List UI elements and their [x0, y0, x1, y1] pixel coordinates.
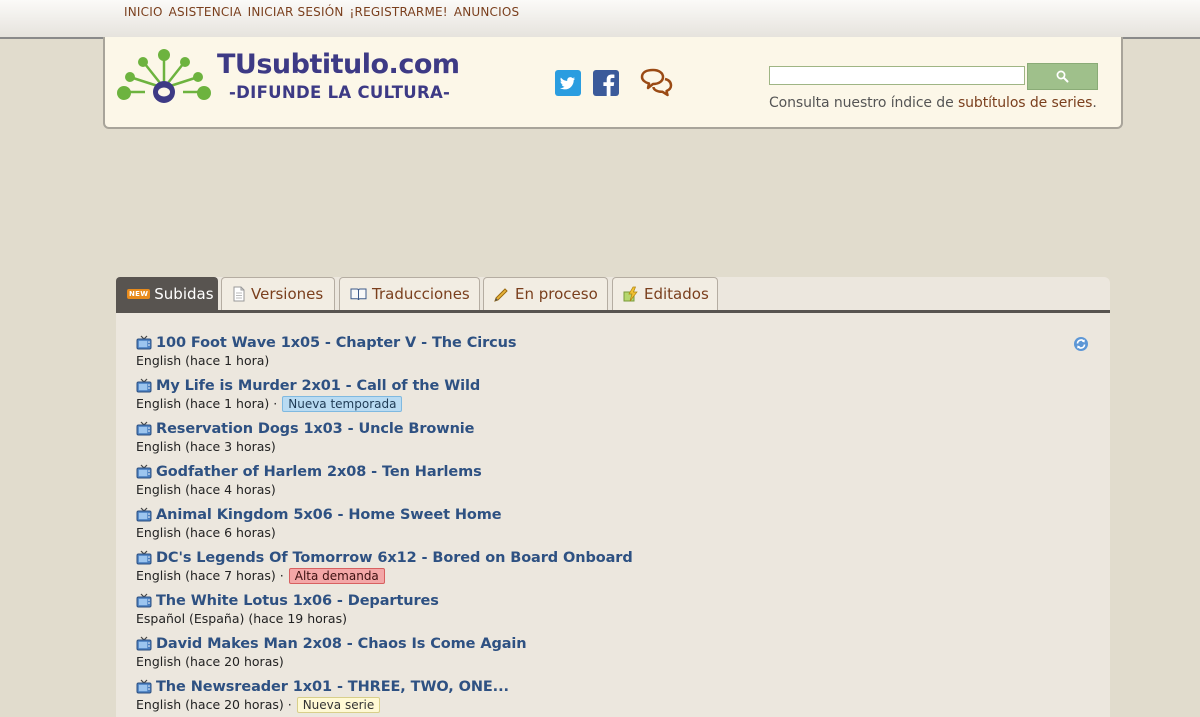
nav-asistencia[interactable]: ASISTENCIA — [169, 5, 242, 19]
tab-traducciones-label: Traducciones — [372, 285, 470, 303]
tv-icon — [136, 335, 152, 350]
tab-subidas[interactable]: NEW Subidas — [116, 277, 218, 310]
series-index-text: Consulta nuestro índice de subtítulos de… — [769, 95, 1097, 111]
consulta-prefix: Consulta nuestro índice de — [769, 95, 958, 111]
tv-icon — [136, 550, 152, 565]
lightning-icon — [623, 286, 639, 302]
subtitle-meta-text: English (hace 7 horas) · — [136, 568, 284, 583]
series-index-link[interactable]: subtítulos de series — [958, 95, 1093, 111]
tab-en-proceso-label: En proceso — [515, 285, 598, 303]
list-item: DC's Legends Of Tomorrow 6x12 - Bored on… — [136, 548, 633, 591]
book-icon — [350, 287, 367, 301]
list-item: Reservation Dogs 1x03 - Uncle Brownie En… — [136, 419, 633, 462]
subtitle-meta-text: English (hace 1 hora) · — [136, 396, 278, 411]
nav-anuncios[interactable]: ANUNCIOS — [454, 5, 520, 19]
subtitle-meta-text: English (hace 3 horas) — [136, 439, 276, 454]
tab-en-proceso[interactable]: En proceso — [483, 277, 608, 310]
uploads-panel: NEW Subidas Versiones Traducciones En pr… — [116, 277, 1110, 717]
tab-versiones-label: Versiones — [251, 285, 324, 303]
subtitle-meta: English (hace 6 horas) — [136, 524, 633, 541]
list-item: 100 Foot Wave 1x05 - Chapter V - The Cir… — [136, 333, 633, 376]
subtitle-meta: English (hace 3 horas) — [136, 438, 633, 455]
search-input[interactable] — [769, 66, 1025, 85]
subtitle-title-link[interactable]: My Life is Murder 2x01 - Call of the Wil… — [156, 378, 480, 394]
nav-registrarme[interactable]: ¡REGISTRARME! — [350, 5, 448, 19]
tv-icon — [136, 378, 152, 393]
new-icon: NEW — [127, 289, 151, 299]
list-item: The Newsreader 1x01 - THREE, TWO, ONE...… — [136, 677, 633, 717]
tv-icon — [136, 421, 152, 436]
subtitle-meta-text: English (hace 6 horas) — [136, 525, 276, 540]
logo-subtitle: -DIFUNDE LA CULTURA- — [229, 83, 451, 102]
status-badge: Nueva temporada — [282, 395, 403, 412]
subtitle-meta: English (hace 1 hora) — [136, 352, 633, 369]
subtitle-title-link[interactable]: DC's Legends Of Tomorrow 6x12 - Bored on… — [156, 550, 633, 566]
tv-icon — [136, 464, 152, 479]
status-badge: Nueva serie — [296, 696, 381, 713]
list-item: The White Lotus 1x06 - Departures Españo… — [136, 591, 633, 634]
subtitle-meta-text: English (hace 1 hora) — [136, 353, 270, 368]
document-icon — [232, 286, 246, 302]
list-item: My Life is Murder 2x01 - Call of the Wil… — [136, 376, 633, 419]
subtitle-title-link[interactable]: David Makes Man 2x08 - Chaos Is Come Aga… — [156, 636, 527, 652]
subtitle-meta-text: English (hace 20 horas) — [136, 654, 284, 669]
nav-iniciar-sesion[interactable]: INICIAR SESIÓN — [248, 5, 344, 19]
subtitle-meta: English (hace 4 horas) — [136, 481, 633, 498]
tab-editados-label: Editados — [644, 285, 709, 303]
status-badge: Alta demanda — [288, 567, 385, 584]
tv-icon — [136, 636, 152, 651]
subtitle-meta: English (hace 20 horas) · Nueva serie — [136, 696, 633, 713]
subtitle-meta-text: English (hace 4 horas) — [136, 482, 276, 497]
subtitle-title-link[interactable]: Animal Kingdom 5x06 - Home Sweet Home — [156, 507, 502, 523]
site-header: TUsubtitulo.com -DIFUNDE LA CULTURA- Con… — [103, 37, 1123, 129]
top-bar: INICIO ASISTENCIA INICIAR SESIÓN ¡REGIST… — [0, 0, 1200, 39]
twitter-icon[interactable] — [555, 70, 581, 96]
nav-inicio[interactable]: INICIO — [124, 5, 163, 19]
list-item: Godfather of Harlem 2x08 - Ten Harlems E… — [136, 462, 633, 505]
consulta-suffix: . — [1092, 95, 1097, 111]
list-item: David Makes Man 2x08 - Chaos Is Come Aga… — [136, 634, 633, 677]
logo-icon[interactable] — [115, 46, 213, 108]
subtitle-meta-text: Español (España) (hace 19 horas) — [136, 611, 347, 626]
logo-title[interactable]: TUsubtitulo.com — [217, 49, 460, 80]
subtitle-list: 100 Foot Wave 1x05 - Chapter V - The Cir… — [136, 333, 633, 717]
subtitle-meta: English (hace 7 horas) · Alta demanda — [136, 567, 633, 584]
tab-traducciones[interactable]: Traducciones — [339, 277, 480, 310]
subtitle-title-link[interactable]: Reservation Dogs 1x03 - Uncle Brownie — [156, 421, 475, 437]
tab-bar: NEW Subidas Versiones Traducciones En pr… — [116, 277, 1110, 313]
subtitle-meta: Español (España) (hace 19 horas) — [136, 610, 633, 627]
tv-icon — [136, 507, 152, 522]
subtitle-title-link[interactable]: The White Lotus 1x06 - Departures — [156, 593, 439, 609]
subtitle-title-link[interactable]: The Newsreader 1x01 - THREE, TWO, ONE... — [156, 679, 509, 695]
chat-icon[interactable] — [638, 67, 674, 97]
subtitle-meta-text: English (hace 20 horas) · — [136, 697, 292, 712]
refresh-icon[interactable] — [1073, 336, 1089, 352]
tab-subidas-label: Subidas — [154, 285, 214, 303]
facebook-icon[interactable] — [593, 70, 619, 96]
search-icon — [1056, 70, 1069, 83]
pen-icon — [494, 286, 510, 302]
tab-versiones[interactable]: Versiones — [221, 277, 335, 310]
tv-icon — [136, 593, 152, 608]
subtitle-meta: English (hace 1 hora) · Nueva temporada — [136, 395, 633, 412]
list-item: Animal Kingdom 5x06 - Home Sweet Home En… — [136, 505, 633, 548]
search-button[interactable] — [1027, 63, 1098, 90]
subtitle-meta: English (hace 20 horas) — [136, 653, 633, 670]
tab-editados[interactable]: Editados — [612, 277, 718, 310]
top-nav: INICIO ASISTENCIA INICIAR SESIÓN ¡REGIST… — [124, 5, 519, 19]
subtitle-title-link[interactable]: Godfather of Harlem 2x08 - Ten Harlems — [156, 464, 482, 480]
tv-icon — [136, 679, 152, 694]
subtitle-title-link[interactable]: 100 Foot Wave 1x05 - Chapter V - The Cir… — [156, 335, 517, 351]
